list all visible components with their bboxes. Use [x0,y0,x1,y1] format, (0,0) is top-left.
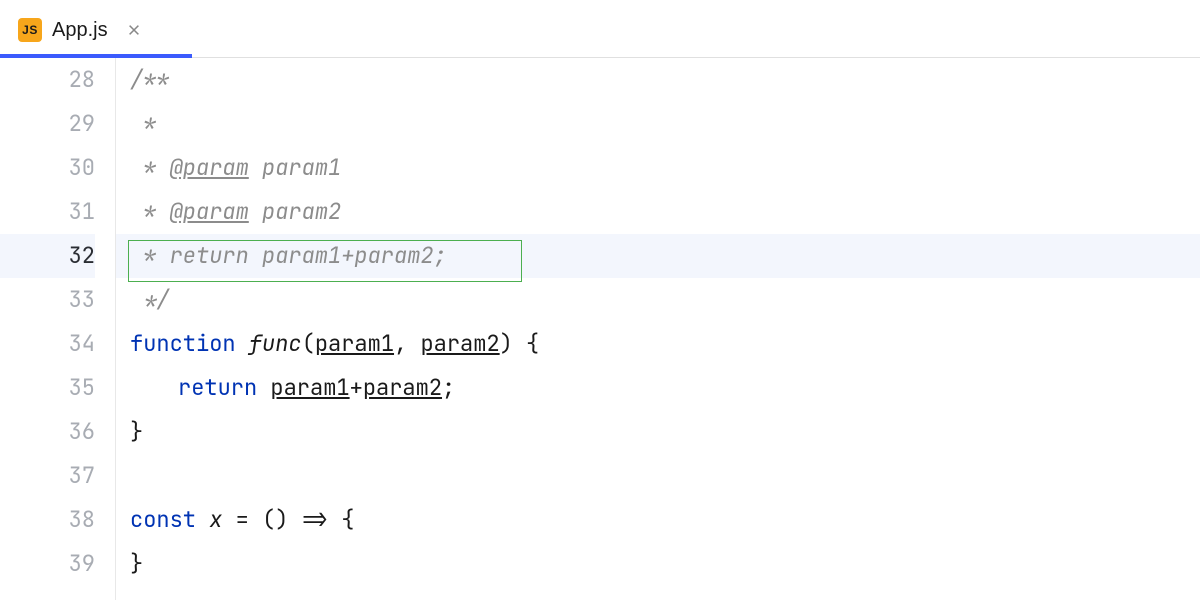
comment-open: /** [130,65,170,94]
line-number: 39 [0,542,95,586]
arrow-fn-rest: = () => { [222,505,354,534]
line-number: 28 [0,58,95,102]
line-number: 30 [0,146,95,190]
code-line[interactable]: } [116,410,1200,454]
close-icon[interactable] [124,20,144,40]
space [196,505,209,534]
plus-op: + [350,373,363,402]
keyword-const: const [130,505,196,534]
line-number: 31 [0,190,95,234]
jsdoc-param-name: param1 [249,153,341,182]
code-line-current[interactable]: * return param1+param2; [116,234,1200,278]
param-ref: param2 [363,373,442,402]
line-number: 34 [0,322,95,366]
line-number: 37 [0,454,95,498]
code-line[interactable]: */ [116,278,1200,322]
code-line[interactable]: * [116,102,1200,146]
comment-star: * [130,197,170,226]
tab-app-js[interactable]: JS App.js [0,0,160,58]
code-line[interactable]: return param1+param2; [116,366,1200,410]
line-number: 36 [0,410,95,454]
comment-close: */ [130,285,170,314]
param-def: param1 [315,329,394,358]
code-line[interactable]: * @param param1 [116,146,1200,190]
param-ref: param1 [270,373,349,402]
comment-star: * [130,153,170,182]
paren-brace: ) { [500,329,540,358]
line-number: 33 [0,278,95,322]
code-line[interactable] [116,454,1200,498]
comma: , [394,329,420,358]
keyword-return: return [178,373,257,402]
code-line[interactable]: } [116,542,1200,586]
paren-open: ( [302,329,315,358]
space [236,329,249,358]
param-def: param2 [420,329,499,358]
code-area[interactable]: /** * * @param param1 * @param param2 * … [116,58,1200,600]
js-file-icon: JS [18,18,42,42]
code-line[interactable]: const x = () => { [116,498,1200,542]
keyword-function: function [130,329,236,358]
jsdoc-param-tag: @param [170,197,249,226]
semicolon: ; [442,373,455,402]
jsdoc-param-name: param2 [249,197,341,226]
code-editor[interactable]: 28 29 30 31 32 33 34 35 36 37 38 39 /** … [0,58,1200,600]
space [257,373,270,402]
code-line[interactable]: /** [116,58,1200,102]
brace-close: } [130,417,143,446]
comment-star: * [130,109,156,138]
line-number-current: 32 [0,234,95,278]
code-line[interactable]: function func(param1, param2) { [116,322,1200,366]
jsdoc-param-tag: @param [170,153,249,182]
line-number-gutter: 28 29 30 31 32 33 34 35 36 37 38 39 [0,58,116,600]
brace-close: } [130,549,143,578]
line-number: 29 [0,102,95,146]
line-number: 35 [0,366,95,410]
var-name: x [209,505,222,534]
code-line[interactable]: * @param param2 [116,190,1200,234]
tab-bar: JS App.js [0,0,1200,58]
line-number: 38 [0,498,95,542]
tab-filename: App.js [52,19,108,42]
function-name: func [249,329,302,358]
suggestion-text: * return param1+param2; [130,241,447,270]
